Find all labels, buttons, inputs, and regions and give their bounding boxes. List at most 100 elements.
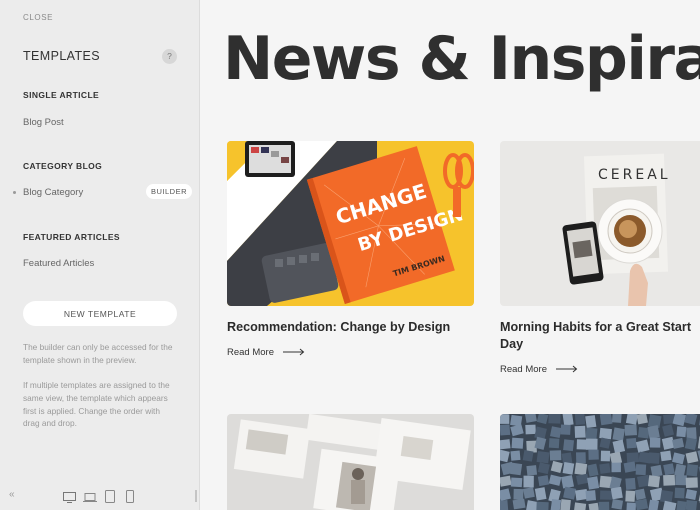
letterpress-block: [549, 426, 562, 439]
letterpress-block: [525, 424, 536, 435]
letterpress-block: [574, 425, 586, 438]
letterpress-block: [561, 452, 573, 465]
letterpress-block: [563, 439, 575, 452]
letterpress-block: [648, 452, 660, 464]
letterpress-block: [647, 475, 661, 488]
sidebar-footer: «: [0, 482, 200, 510]
close-link[interactable]: CLOSE: [23, 13, 53, 22]
letterpress-block: [663, 463, 675, 476]
section-heading-single-article: SINGLE ARTICLE: [23, 90, 100, 100]
letterpress-block: [611, 414, 622, 423]
letterpress-block: [675, 475, 687, 486]
builder-button[interactable]: BUILDER: [146, 184, 192, 199]
letterpress-block: [585, 490, 597, 502]
read-more-label: Read More: [227, 347, 274, 358]
letterpress-block: [585, 415, 597, 429]
letterpress-block: [649, 437, 661, 448]
letterpress-block: [550, 498, 562, 510]
arrow-right-icon: [555, 366, 577, 373]
letterpress-block: [548, 414, 561, 424]
letterpress-block: [663, 474, 676, 486]
magazine-title: CEREAL: [598, 167, 671, 183]
letterpress-block: [500, 500, 509, 510]
letterpress-block: [626, 502, 637, 510]
letterpress-block: [676, 426, 687, 438]
help-text-order: If multiple templates are assigned to th…: [23, 380, 170, 429]
letterpress-block: [522, 450, 534, 462]
letterpress-block: [563, 486, 577, 500]
letterpress-block: [562, 414, 574, 426]
letterpress-block: [660, 450, 672, 462]
letterpress-block: [510, 450, 521, 461]
letterpress-block: [548, 438, 560, 449]
new-template-button[interactable]: NEW TEMPLATE: [23, 301, 177, 326]
card-image-morning-habits[interactable]: CEREAL: [500, 141, 700, 306]
letterpress-blocks-graphic: [500, 414, 700, 510]
letterpress-block: [611, 462, 621, 473]
card-image-change-by-design[interactable]: CHANGE BY DESIGN TIM BROWN: [227, 141, 474, 306]
letterpress-block: [500, 439, 511, 450]
letterpress-block: [625, 477, 636, 490]
card-title[interactable]: Morning Habits for a Great Start Day: [500, 319, 700, 353]
letterpress-block: [585, 438, 598, 450]
letterpress-block: [650, 464, 663, 478]
chevron-double-left-icon[interactable]: «: [9, 489, 15, 500]
sidebar-resize-handle[interactable]: [195, 490, 197, 502]
letterpress-block: [523, 475, 534, 488]
letterpress-block: [500, 414, 510, 424]
letterpress-block: [600, 450, 611, 462]
card-title[interactable]: Recommendation: Change by Design: [227, 319, 477, 336]
letterpress-block: [674, 487, 685, 499]
letterpress-block: [686, 464, 699, 477]
laptop-icon[interactable]: [83, 490, 97, 508]
letterpress-block: [648, 499, 659, 510]
letterpress-block: [512, 498, 526, 510]
letterpress-block: [588, 449, 599, 460]
letterpress-block: [500, 424, 511, 436]
card-image-letterpress-blocks[interactable]: [500, 414, 700, 510]
letterpress-block: [685, 477, 698, 488]
template-item-featured-articles[interactable]: Featured Articles: [23, 258, 94, 269]
letterpress-block: [536, 451, 550, 464]
letterpress-block: [562, 462, 575, 475]
letterpress-block: [624, 424, 638, 436]
section-heading-category-blog: CATEGORY BLOG: [23, 161, 103, 171]
arrow-right-icon: [282, 349, 304, 356]
letterpress-block: [600, 490, 613, 500]
letterpress-block: [560, 424, 571, 435]
letterpress-block: [585, 427, 598, 440]
letterpress-block: [513, 488, 524, 500]
letterpress-block: [625, 490, 636, 502]
section-heading-featured-articles: FEATURED ARTICLES: [23, 232, 120, 242]
page-preview: News & Inspiration CHANGE BY DESIGN TIM …: [201, 0, 700, 510]
template-item-blog-post[interactable]: Blog Post: [23, 117, 64, 128]
letterpress-block: [599, 463, 611, 474]
letterpress-block: [534, 487, 547, 501]
letterpress-block: [510, 462, 523, 476]
letterpress-block: [599, 414, 613, 426]
letterpress-block: [561, 475, 575, 489]
letterpress-block: [647, 425, 660, 439]
phone-icon[interactable]: [126, 490, 134, 508]
letterpress-block: [623, 461, 637, 473]
panel-title: TEMPLATES: [23, 49, 100, 63]
letterpress-block: [684, 437, 698, 451]
letterpress-block: [536, 501, 549, 510]
tablet-icon[interactable]: [105, 490, 115, 508]
letterpress-block: [635, 464, 647, 476]
letterpress-block: [610, 486, 623, 500]
letterpress-block: [587, 476, 600, 490]
template-item-blog-category[interactable]: Blog Category: [23, 187, 83, 198]
help-button[interactable]: ?: [162, 49, 177, 64]
desktop-icon[interactable]: [63, 490, 76, 508]
read-more-link[interactable]: Read More: [500, 364, 578, 375]
letterpress-block: [612, 427, 625, 442]
card-image-photo-layout[interactable]: [227, 414, 474, 510]
letterpress-block: [599, 427, 612, 440]
templates-sidebar: CLOSE TEMPLATES ? SINGLE ARTICLE Blog Po…: [0, 0, 200, 510]
letterpress-block: [626, 452, 639, 463]
letterpress-block: [549, 450, 562, 461]
letterpress-block: [625, 414, 638, 425]
letterpress-block: [634, 488, 646, 501]
read-more-link[interactable]: Read More: [227, 347, 305, 358]
